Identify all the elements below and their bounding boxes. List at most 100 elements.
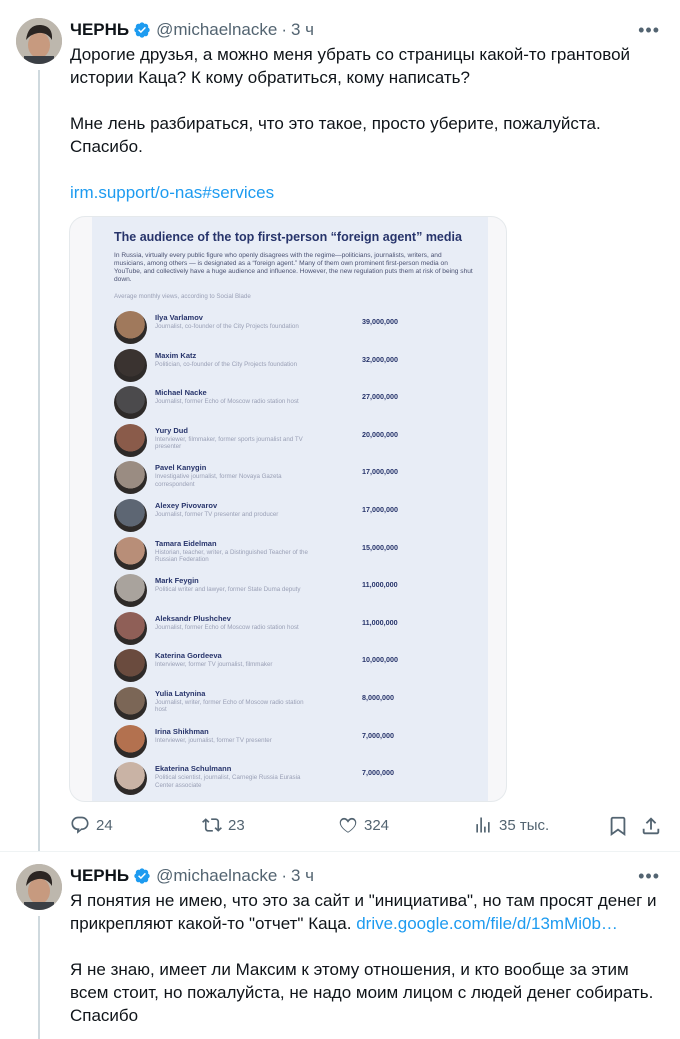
person-description: Politician, co-founder of the City Proje…: [155, 360, 298, 368]
person-views: 8,000,000: [362, 693, 394, 702]
bookmark-icon[interactable]: [607, 815, 629, 837]
infographic-row: Tamara Eidelman Historian, teacher, write…: [114, 536, 474, 573]
person-name: Ilya Varlamov: [155, 313, 203, 322]
person-views: 17,000,000: [362, 505, 398, 514]
person-views: 17,000,000: [362, 467, 398, 477]
person-description: Political scientist, journalist, Carnegi…: [155, 774, 301, 789]
infographic-row: Ilya Varlamov Journalist, co-founder of t…: [114, 311, 474, 347]
person-photo: [114, 311, 147, 344]
person-name: Katerina Gordeeva: [155, 651, 222, 661]
tweet2-text-p1: Я понятия не имею, что это за сайт и "ин…: [70, 889, 660, 935]
person-photo: [114, 499, 147, 532]
reply-icon: [71, 816, 89, 834]
tweet-header: ЧЕРНЬ @michaelnacke · 3 ч: [70, 18, 314, 42]
infographic-row: Pavel Kanygin Investigative journalist, f…: [114, 461, 474, 497]
infographic-row: Irina Shikhman Interviewer, journalist, f…: [114, 724, 474, 761]
person-views: 10,000,000: [362, 655, 398, 665]
author-name[interactable]: ЧЕРНЬ: [70, 866, 129, 886]
tweet-time[interactable]: 3 ч: [291, 20, 314, 40]
person-photo: [114, 649, 147, 683]
tweet-text-p1: Дорогие друзья, а можно меня убрать со с…: [70, 45, 631, 87]
tweet-actions: 24 23 324 35 тыс.: [70, 815, 660, 839]
person-photo: [114, 724, 147, 758]
views-button[interactable]: 35 тыс.: [473, 815, 549, 835]
person-photo: [114, 461, 147, 495]
infographic-row: Michael Nacke Journalist, former Echo of …: [114, 386, 474, 422]
tweet-text-p2: Мне лень разбираться, что это такое, про…: [70, 114, 601, 156]
tweet2-link[interactable]: drive.google.com/file/d/13mMi0b…: [356, 914, 618, 933]
person-views: 27,000,000: [362, 392, 398, 402]
person-description: Political writer and lawyer, former Stat…: [155, 586, 301, 594]
person-name: Mark Feygin: [155, 576, 199, 586]
infographic-title: The audience of the top first-person “fo…: [114, 230, 462, 244]
person-description: Historian, teacher, writer, a Distinguis…: [155, 548, 308, 563]
person-name: Irina Shikhman: [155, 726, 209, 736]
verified-icon: [134, 22, 150, 38]
like-icon: [339, 817, 357, 833]
person-name: Pavel Kanygin: [155, 463, 207, 473]
avatar[interactable]: [16, 864, 62, 910]
share-icon[interactable]: [640, 815, 662, 837]
repost-button[interactable]: 23: [202, 815, 245, 835]
person-photo: [114, 386, 147, 420]
separator-dot: ·: [281, 866, 287, 885]
person-photo: [114, 611, 147, 645]
person-description: Interviewer, filmmaker, former sports jo…: [155, 435, 303, 451]
reply-count: 24: [96, 816, 113, 834]
repost-count: 23: [228, 816, 245, 834]
person-name: Yulia Latynina: [155, 689, 206, 698]
person-name: Tamara Eidelman: [155, 538, 217, 548]
person-description: Journalist, former TV presenter and prod…: [155, 511, 279, 518]
person-description: Investigative journalist, former Novaya …: [155, 473, 282, 488]
person-name: Alexey Pivovarov: [155, 501, 218, 510]
views-icon: [476, 817, 490, 833]
more-icon[interactable]: •••: [638, 20, 660, 41]
person-name: Michael Nacke: [155, 388, 207, 398]
tweet-divider: [0, 851, 680, 852]
repost-icon: [202, 818, 222, 832]
person-views: 39,000,000: [362, 317, 398, 326]
person-description: Journalist, former Echo of Moscow radio …: [155, 623, 299, 631]
tweet-header: ЧЕРНЬ @michaelnacke · 3 ч: [70, 864, 314, 888]
person-views: 15,000,000: [362, 542, 398, 552]
person-description: Journalist, co-founder of the City Proje…: [155, 323, 299, 330]
person-description: Interviewer, journalist, former TV prese…: [155, 736, 272, 744]
person-photo: [114, 536, 147, 570]
person-photo: [114, 348, 147, 382]
tweet-link[interactable]: irm.support/o-nas#services: [70, 181, 660, 204]
infographic-row: Ekaterina Schulmann Political scientist, …: [114, 762, 474, 798]
infographic-note: Average monthly views, according to Soci…: [114, 293, 251, 300]
person-views: 32,000,000: [362, 354, 398, 364]
person-name: Aleksandr Plushchev: [155, 613, 231, 623]
avatar[interactable]: [16, 18, 62, 64]
infographic-row: Maxim Katz Politician, co-founder of the …: [114, 348, 474, 385]
thread-line: [38, 70, 40, 851]
views-count: 35 тыс.: [499, 816, 550, 834]
tweet-time[interactable]: 3 ч: [291, 866, 314, 886]
person-name: Ekaterina Schulmann: [155, 764, 232, 774]
author-name[interactable]: ЧЕРНЬ: [70, 20, 129, 40]
person-description: Interviewer, former TV journalist, filmm…: [155, 661, 273, 669]
infographic-row: Yulia Latynina Journalist, writer, former…: [114, 687, 474, 723]
person-views: 7,000,000: [362, 768, 394, 778]
person-views: 20,000,000: [362, 429, 398, 439]
like-button[interactable]: 324: [338, 815, 389, 835]
infographic-row: Katerina Gordeeva Interviewer, former TV …: [114, 649, 474, 685]
person-photo: [114, 574, 147, 608]
person-photo: [114, 687, 147, 720]
separator-dot: ·: [281, 20, 287, 39]
infographic-row: Alexey Pivovarov Journalist, former TV pr…: [114, 499, 474, 535]
person-views: 11,000,000: [362, 617, 398, 627]
person-photo: [114, 762, 147, 796]
author-handle[interactable]: @michaelnacke: [156, 20, 277, 40]
more-icon[interactable]: •••: [638, 866, 660, 887]
person-description: Journalist, former Echo of Moscow radio …: [155, 398, 299, 406]
infographic-row: Aleksandr Plushchev Journalist, former Ec…: [114, 611, 474, 648]
tweet-image[interactable]: The audience of the top first-person “fo…: [69, 216, 507, 802]
reply-button[interactable]: 24: [70, 815, 113, 835]
person-name: Maxim Katz: [155, 350, 197, 360]
person-description: Journalist, writer, former Echo of Mosco…: [155, 699, 304, 714]
author-handle[interactable]: @michaelnacke: [156, 866, 277, 886]
person-views: 7,000,000: [362, 730, 394, 740]
tweet2-text-p2: Я не знаю, имеет ли Максим к этому отнош…: [70, 960, 654, 1025]
